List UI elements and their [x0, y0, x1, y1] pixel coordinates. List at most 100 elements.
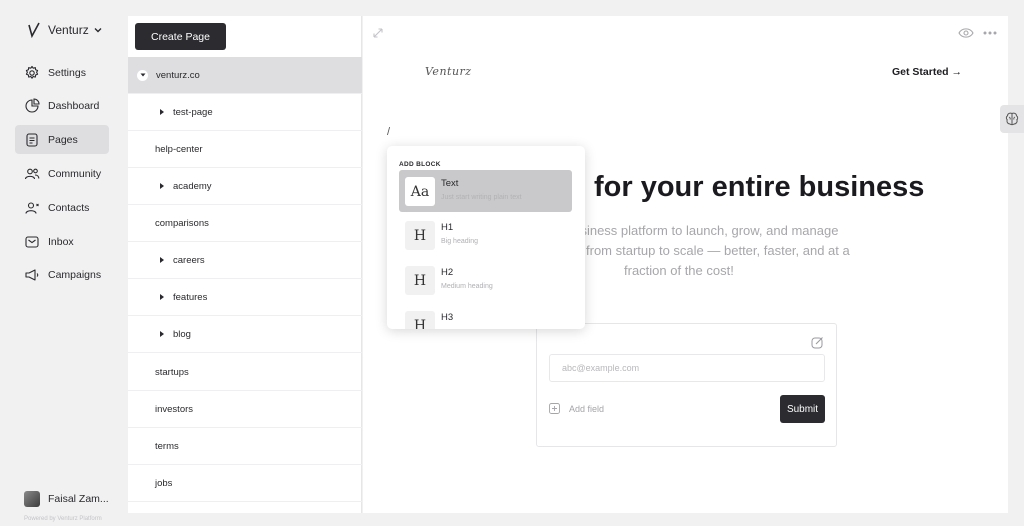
page-label: test-page [173, 106, 213, 118]
block-name: H1 [441, 222, 454, 233]
hero-subtitle-line: from startup to scale — better, faster, … [586, 243, 850, 258]
brain-icon [1005, 112, 1019, 126]
page-row-careers[interactable]: careers [128, 242, 362, 279]
nav-community[interactable]: Community [15, 159, 109, 188]
nav-pages[interactable]: Pages [15, 125, 109, 154]
add-field-button[interactable]: Add field [549, 403, 604, 414]
chevron-down-icon [94, 28, 102, 33]
user-profile[interactable]: Faisal Zam... [24, 491, 109, 507]
block-option-text[interactable]: Aa Text Just start writing plain text [399, 170, 572, 212]
add-block-menu: ADD BLOCK Aa Text Just start writing pla… [387, 146, 585, 329]
ai-assistant-button[interactable] [1000, 105, 1024, 133]
hero-subtitle-line: fraction of the cost! [624, 263, 734, 278]
more-options-icon[interactable] [983, 30, 997, 36]
block-option-h3[interactable]: H H3 [399, 304, 572, 329]
avatar [24, 491, 40, 507]
page-row-venturz-co[interactable]: venturz.co [128, 57, 362, 94]
nav-label: Dashboard [48, 99, 100, 112]
text-cursor: / [387, 126, 391, 138]
nav-contacts[interactable]: Contacts [15, 193, 109, 222]
get-started-link[interactable]: Get Started → [892, 66, 962, 78]
caret-down-icon [140, 73, 145, 77]
page-label: features [173, 291, 208, 303]
text-block-icon: Aa [405, 177, 435, 206]
page-label: blog [173, 328, 191, 340]
page-row-investors[interactable]: investors [128, 391, 362, 428]
block-description: Just start writing plain text [441, 194, 522, 201]
site-logo[interactable]: Venturz [425, 65, 472, 78]
page-row-terms[interactable]: terms [128, 428, 362, 465]
page-row-help-center[interactable]: help-center [128, 131, 362, 168]
submit-button[interactable]: Submit [780, 395, 825, 423]
powered-by-text: Powered by Venturz Platform [24, 516, 102, 522]
nav-label: Campaigns [48, 268, 102, 281]
plus-icon [549, 403, 560, 414]
email-field[interactable]: abc@example.com [549, 354, 825, 382]
eye-icon[interactable] [958, 27, 974, 39]
page-row-startups[interactable]: startups [128, 354, 362, 391]
nav-label: Inbox [48, 235, 74, 248]
page-row-academy[interactable]: academy [128, 168, 362, 205]
main-sidebar: Venturz Settings Dashboard Pages Communi… [0, 0, 128, 526]
hero-subtitle[interactable]: business platform to launch, grow, and m… [563, 221, 893, 281]
nav-label: Settings [48, 66, 86, 79]
caret-right-icon[interactable] [160, 109, 164, 115]
user-name: Faisal Zam... [48, 493, 109, 505]
document-icon [26, 132, 38, 147]
caret-right-icon[interactable] [160, 294, 164, 300]
nav-dashboard[interactable]: Dashboard [15, 91, 109, 120]
block-name: H3 [441, 312, 454, 323]
caret-right-icon[interactable] [160, 183, 164, 189]
caret-right-icon[interactable] [160, 331, 164, 337]
hero-title[interactable]: for your entire business [594, 171, 924, 204]
page-row-test-page[interactable]: test-page [128, 94, 362, 131]
megaphone-icon [25, 268, 39, 281]
page-label: careers [173, 254, 205, 266]
workspace-name: Venturz [48, 23, 89, 37]
block-description: Medium heading [441, 283, 493, 290]
nav-campaigns[interactable]: Campaigns [15, 260, 109, 289]
heading-block-icon: H [405, 266, 435, 295]
nav-label: Contacts [48, 201, 90, 214]
page-label: help-center [155, 143, 203, 155]
expand-icon[interactable] [372, 27, 384, 39]
page-label: comparisons [155, 217, 209, 229]
block-option-h1[interactable]: H H1 Big heading [399, 214, 572, 256]
edit-icon[interactable] [811, 336, 824, 349]
page-label: academy [173, 180, 212, 192]
create-page-button[interactable]: Create Page [135, 23, 226, 50]
pages-panel: Create Page venturz.co test-page help-ce… [128, 16, 362, 513]
expand-toggle[interactable] [137, 69, 148, 81]
pie-chart-icon [25, 97, 40, 113]
block-name: Text [441, 178, 459, 189]
nav-settings[interactable]: Settings [15, 58, 109, 87]
page-label: jobs [155, 477, 173, 489]
page-label: venturz.co [156, 69, 200, 81]
page-row-features[interactable]: features [128, 279, 362, 316]
block-description: Big heading [441, 238, 478, 245]
heading-block-icon: H [405, 311, 435, 329]
contact-icon [25, 201, 39, 214]
nav-label: Community [48, 167, 102, 180]
page-row-comparisons[interactable]: comparisons [128, 205, 362, 242]
add-field-label: Add field [569, 403, 605, 414]
mail-icon [25, 235, 39, 248]
page-label: terms [155, 440, 179, 452]
page-label: startups [155, 366, 189, 378]
venturz-logo-icon [28, 22, 40, 38]
caret-right-icon[interactable] [160, 257, 164, 263]
page-label: investors [155, 403, 194, 415]
nav-inbox[interactable]: Inbox [15, 227, 109, 256]
block-option-h2[interactable]: H H2 Medium heading [399, 259, 572, 301]
add-block-title: ADD BLOCK [399, 161, 441, 168]
workspace-switcher[interactable]: Venturz [28, 20, 102, 40]
gear-icon [25, 65, 39, 79]
users-icon [24, 168, 40, 179]
heading-block-icon: H [405, 221, 435, 250]
signup-form: abc@example.com Add field Submit [536, 323, 837, 447]
page-row-blog[interactable]: blog [128, 316, 362, 353]
page-row-jobs[interactable]: jobs [128, 465, 362, 502]
hero-subtitle-line: business platform to launch, grow, and m… [566, 223, 839, 238]
block-name: H2 [441, 267, 454, 278]
nav-label: Pages [48, 133, 78, 146]
